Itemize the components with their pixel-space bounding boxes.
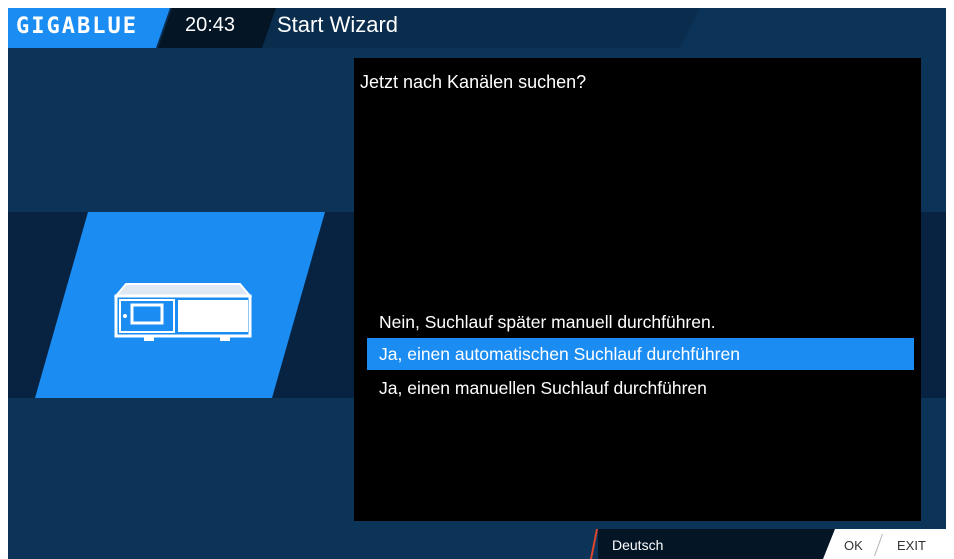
gigablue-logo: GIGABLUE — [16, 14, 138, 39]
exit-key-hint[interactable]: EXIT — [897, 538, 926, 553]
header-right-panel — [680, 8, 946, 48]
dialog-question: Jetzt nach Kanälen suchen? — [360, 72, 587, 92]
key-hints-panel — [823, 529, 946, 559]
option-automatic-scan[interactable]: Ja, einen automatischen Suchlauf durchfü… — [367, 338, 914, 370]
language-marker — [590, 529, 598, 559]
page-title: Start Wizard — [277, 12, 399, 37]
ok-key-hint[interactable]: OK — [844, 538, 863, 553]
option-manual-scan[interactable]: Ja, einen manuellen Suchlauf durchführen — [367, 372, 914, 404]
language-label[interactable]: Deutsch — [612, 537, 663, 553]
set-top-box-receiver-icon — [113, 283, 253, 341]
channel-search-dialog — [354, 58, 921, 521]
clock: 20:43 — [185, 14, 236, 36]
option-no-manual-later[interactable]: Nein, Suchlauf später manuell durchführe… — [367, 306, 914, 338]
